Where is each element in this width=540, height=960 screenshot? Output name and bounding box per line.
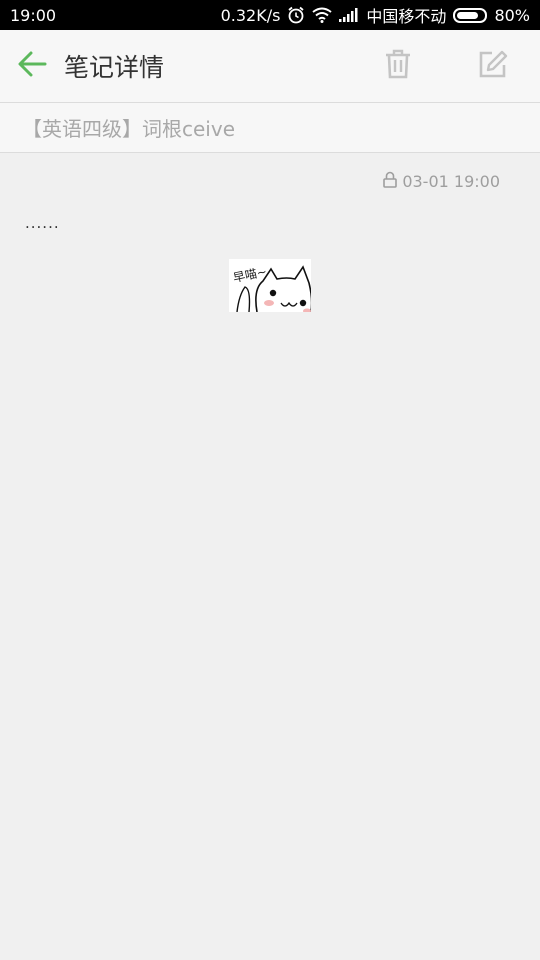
arrow-left-icon <box>17 51 47 81</box>
note-title-bar: 【英语四级】词根ceive <box>0 103 540 153</box>
status-bar: 19:00 0.32K/s 中国移不动 80% <box>0 0 540 30</box>
edit-icon <box>478 49 508 83</box>
note-title: 【英语四级】词根ceive <box>22 117 235 141</box>
battery-level <box>457 11 479 19</box>
note-content: ...... <box>25 214 60 232</box>
note-timestamp: 03-01 19:00 <box>402 171 500 191</box>
delete-button[interactable] <box>350 30 445 103</box>
back-button[interactable] <box>0 30 64 103</box>
note-image[interactable]: 早喵~ <box>229 259 311 312</box>
note-meta: 03-01 19:00 <box>383 170 500 192</box>
battery-icon <box>453 7 488 23</box>
app-actions <box>350 30 540 103</box>
status-time: 19:00 <box>10 5 57 25</box>
battery-percent: 80% <box>494 5 530 25</box>
page-title: 笔记详情 <box>64 53 165 82</box>
lock-icon <box>383 171 398 192</box>
signal-icon <box>339 8 359 22</box>
carrier-name: 中国移不动 <box>366 7 447 26</box>
status-indicators: 0.32K/s 中国移不动 80% <box>221 3 530 27</box>
alarm-icon <box>287 6 305 24</box>
edit-button[interactable] <box>445 30 540 103</box>
network-speed: 0.32K/s <box>220 5 281 25</box>
wifi-icon <box>312 7 333 23</box>
app-bar: 笔记详情 <box>0 30 540 103</box>
trash-icon <box>384 49 412 83</box>
